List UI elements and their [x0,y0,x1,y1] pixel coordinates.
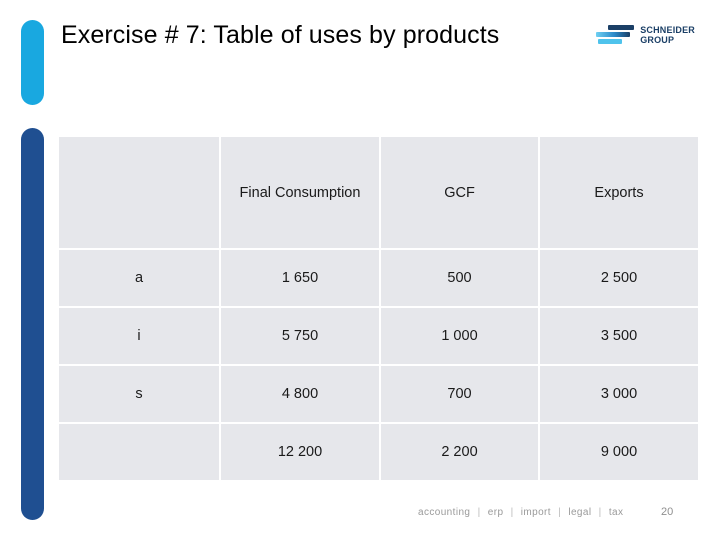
table-header-row: Final Consumption GCF Exports [59,137,698,248]
schneider-group-logo-icon [596,24,635,46]
uses-table-container: Final Consumption GCF Exports a 1 650 50… [57,135,700,482]
table-row: s 4 800 700 3 000 [59,366,698,422]
footer-tag-import: import [520,507,551,518]
row-label-s: s [59,366,219,422]
cell-total-exports: 9 000 [540,424,698,480]
footer-tag-tax: tax [608,507,624,518]
cell-total-gcf: 2 200 [381,424,538,480]
cell-s-gcf: 700 [381,366,538,422]
cell-i-exports: 3 500 [540,308,698,364]
footer-tag-accounting: accounting [418,507,471,518]
footer-separator: | [510,507,514,518]
accent-bar-top [21,20,44,105]
accent-bar-bottom [21,128,44,520]
slide: Exercise # 7: Table of uses by products … [0,0,720,540]
page-title: Exercise # 7: Table of uses by products [61,21,500,49]
cell-s-exports: 3 000 [540,366,698,422]
column-header-exports: Exports [540,137,698,248]
page-number: 20 [661,506,674,518]
column-header-blank [59,137,219,248]
cell-i-final-consumption: 5 750 [221,308,379,364]
row-label-total [59,424,219,480]
logo: SCHNEIDER GROUP [596,24,695,46]
footer-separator: | [558,507,562,518]
cell-a-gcf: 500 [381,250,538,306]
logo-bar-middle [596,32,631,37]
cell-i-gcf: 1 000 [381,308,538,364]
footer-tag-erp: erp [487,507,504,518]
table-row-total: 12 200 2 200 9 000 [59,424,698,480]
column-header-gcf: GCF [381,137,538,248]
cell-total-final-consumption: 12 200 [221,424,379,480]
logo-bar-bottom [598,39,623,44]
footer-tags: accounting | erp | import | legal | tax [418,507,623,518]
table-header: Final Consumption GCF Exports [59,137,698,248]
footer-tag-legal: legal [568,507,592,518]
uses-table: Final Consumption GCF Exports a 1 650 50… [57,135,700,482]
footer: accounting | erp | import | legal | tax … [0,505,720,527]
cell-a-exports: 2 500 [540,250,698,306]
logo-bar-top [608,25,635,30]
footer-separator: | [598,507,602,518]
cell-s-final-consumption: 4 800 [221,366,379,422]
column-header-final-consumption: Final Consumption [221,137,379,248]
table-row: i 5 750 1 000 3 500 [59,308,698,364]
footer-separator: | [477,507,481,518]
table-body: a 1 650 500 2 500 i 5 750 1 000 3 500 s … [59,250,698,480]
cell-a-final-consumption: 1 650 [221,250,379,306]
logo-text: SCHNEIDER GROUP [640,24,695,46]
table-row: a 1 650 500 2 500 [59,250,698,306]
row-label-a: a [59,250,219,306]
row-label-i: i [59,308,219,364]
